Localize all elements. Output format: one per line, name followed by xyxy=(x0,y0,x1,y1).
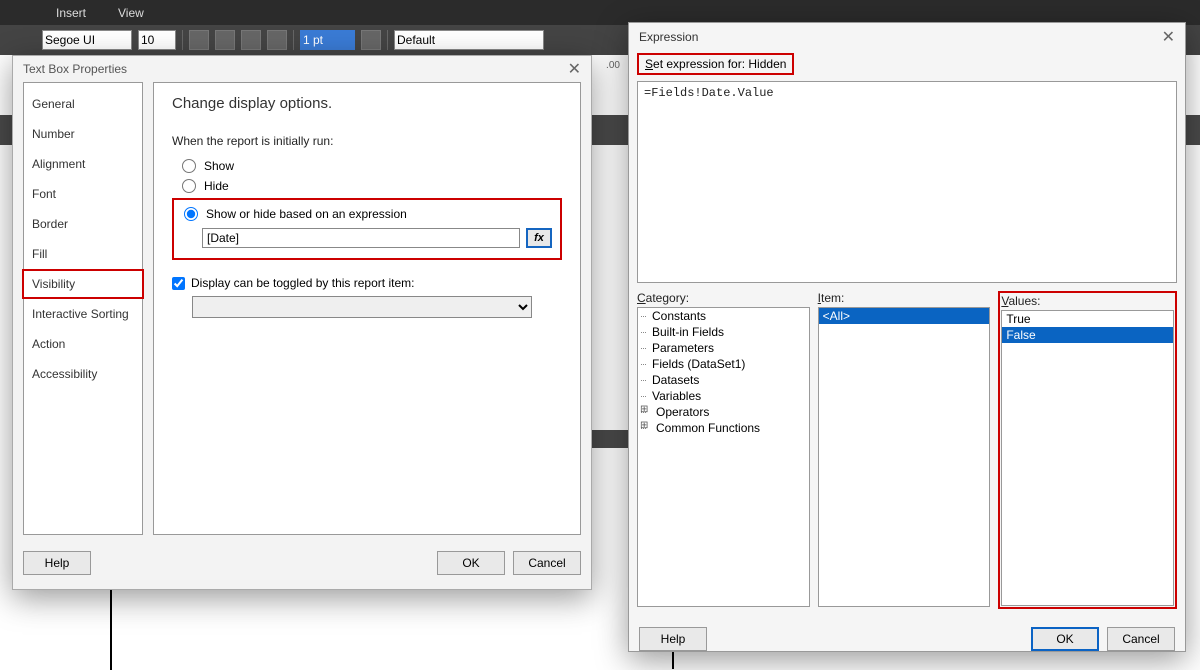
category-tree[interactable]: Constants Built-in Fields Parameters Fie… xyxy=(637,307,810,607)
help-button[interactable]: Help xyxy=(23,551,91,575)
radio-expression-label: Show or hide based on an expression xyxy=(206,207,407,221)
ok-button[interactable]: OK xyxy=(1031,627,1099,651)
nav-accessibility[interactable]: Accessibility xyxy=(22,359,144,389)
expression-input[interactable] xyxy=(202,228,520,248)
visibility-panel: Change display options. When the report … xyxy=(153,82,581,535)
ribbon-tab-insert[interactable]: Insert xyxy=(40,2,102,24)
list-item[interactable]: False xyxy=(1002,327,1173,343)
expression-dialog: Expression ✕ Set expression for: Hidden … xyxy=(628,22,1186,652)
indent-decrease-icon[interactable] xyxy=(241,30,261,50)
item-list[interactable]: <All> xyxy=(818,307,991,607)
annotation-line xyxy=(110,590,112,670)
category-header: Category: xyxy=(637,291,810,305)
toggle-label: Display can be toggled by this report it… xyxy=(191,276,414,290)
tree-item[interactable]: Fields (DataSet1) xyxy=(638,356,809,372)
nav-number[interactable]: Number xyxy=(22,119,144,149)
tree-item[interactable]: Datasets xyxy=(638,372,809,388)
help-button[interactable]: Help xyxy=(639,627,707,651)
nav-border[interactable]: Border xyxy=(22,209,144,239)
font-size-combo[interactable] xyxy=(138,30,176,50)
nav-fill[interactable]: Fill xyxy=(22,239,144,269)
values-header: Values: xyxy=(1001,294,1174,308)
close-icon[interactable]: ✕ xyxy=(1162,27,1175,47)
design-surface-strip2 xyxy=(590,430,630,448)
radio-expression[interactable] xyxy=(184,207,198,221)
tree-item[interactable]: Built-in Fields xyxy=(638,324,809,340)
nav-visibility[interactable]: Visibility xyxy=(22,269,144,299)
align-center-icon[interactable] xyxy=(215,30,235,50)
indent-increase-icon[interactable] xyxy=(267,30,287,50)
list-item[interactable]: <All> xyxy=(819,308,990,324)
border-style-icon[interactable] xyxy=(361,30,381,50)
toggle-item-select[interactable] xyxy=(192,296,532,318)
ok-button[interactable]: OK xyxy=(437,551,505,575)
border-width-combo[interactable] xyxy=(300,30,355,50)
fx-button[interactable]: fx xyxy=(526,228,552,248)
align-left-icon[interactable] xyxy=(189,30,209,50)
radio-show[interactable] xyxy=(182,159,196,173)
expression-dialog-title: Expression xyxy=(639,30,698,44)
nav-alignment[interactable]: Alignment xyxy=(22,149,144,179)
initial-run-label: When the report is initially run: xyxy=(172,134,562,148)
nav-interactive-sorting[interactable]: Interactive Sorting xyxy=(22,299,144,329)
tree-item[interactable]: Variables xyxy=(638,388,809,404)
expression-group-highlight: Show or hide based on an expression fx xyxy=(172,198,562,260)
expression-code-textarea[interactable]: =Fields!Date.Value xyxy=(637,81,1177,283)
panel-heading: Change display options. xyxy=(172,95,562,112)
close-icon[interactable]: ✕ xyxy=(568,59,581,79)
item-header: Item: xyxy=(818,291,991,305)
textbox-properties-title: Text Box Properties xyxy=(23,62,127,76)
ribbon-tab-view[interactable]: View xyxy=(102,2,160,24)
tree-item-expandable[interactable]: Operators xyxy=(638,404,809,420)
tree-item-expandable[interactable]: Common Functions xyxy=(638,420,809,436)
nav-font[interactable]: Font xyxy=(22,179,144,209)
radio-hide-label: Hide xyxy=(204,179,229,193)
annotation-line xyxy=(672,652,674,669)
nav-action[interactable]: Action xyxy=(22,329,144,359)
tree-item[interactable]: Parameters xyxy=(638,340,809,356)
properties-nav: General Number Alignment Font Border Fil… xyxy=(23,82,143,535)
tree-item[interactable]: Constants xyxy=(638,308,809,324)
values-list[interactable]: True False xyxy=(1001,310,1174,606)
cancel-button[interactable]: Cancel xyxy=(513,551,581,575)
textbox-properties-dialog: Text Box Properties ✕ General Number Ali… xyxy=(12,55,592,590)
ruler-mark: .00 xyxy=(598,60,628,71)
cancel-button[interactable]: Cancel xyxy=(1107,627,1175,651)
font-name-combo[interactable] xyxy=(42,30,132,50)
toggle-checkbox[interactable] xyxy=(172,277,185,290)
border-style-combo[interactable] xyxy=(394,30,544,50)
list-item[interactable]: True xyxy=(1002,311,1173,327)
radio-hide[interactable] xyxy=(182,179,196,193)
set-expression-for-label: Set expression for: Hidden xyxy=(637,53,794,75)
radio-show-label: Show xyxy=(204,159,234,173)
nav-general[interactable]: General xyxy=(22,89,144,119)
